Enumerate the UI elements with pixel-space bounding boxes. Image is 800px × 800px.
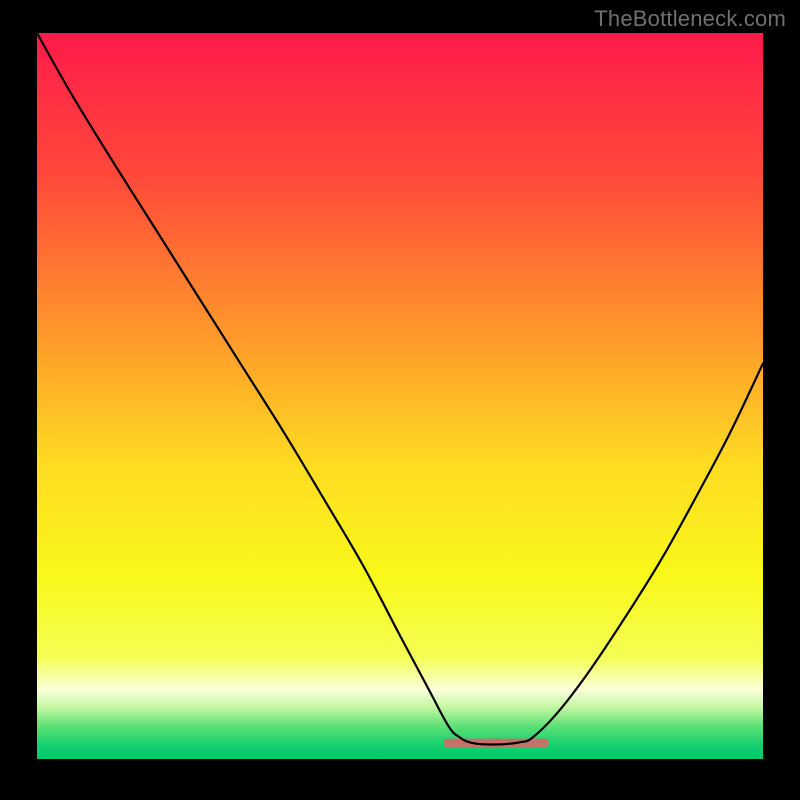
- plot-area: [37, 33, 763, 759]
- baseline-band: [444, 739, 549, 748]
- gradient-background: [37, 33, 763, 759]
- watermark-text: TheBottleneck.com: [594, 6, 786, 32]
- plot-svg: [37, 33, 763, 759]
- chart-outer-frame: TheBottleneck.com: [0, 0, 800, 800]
